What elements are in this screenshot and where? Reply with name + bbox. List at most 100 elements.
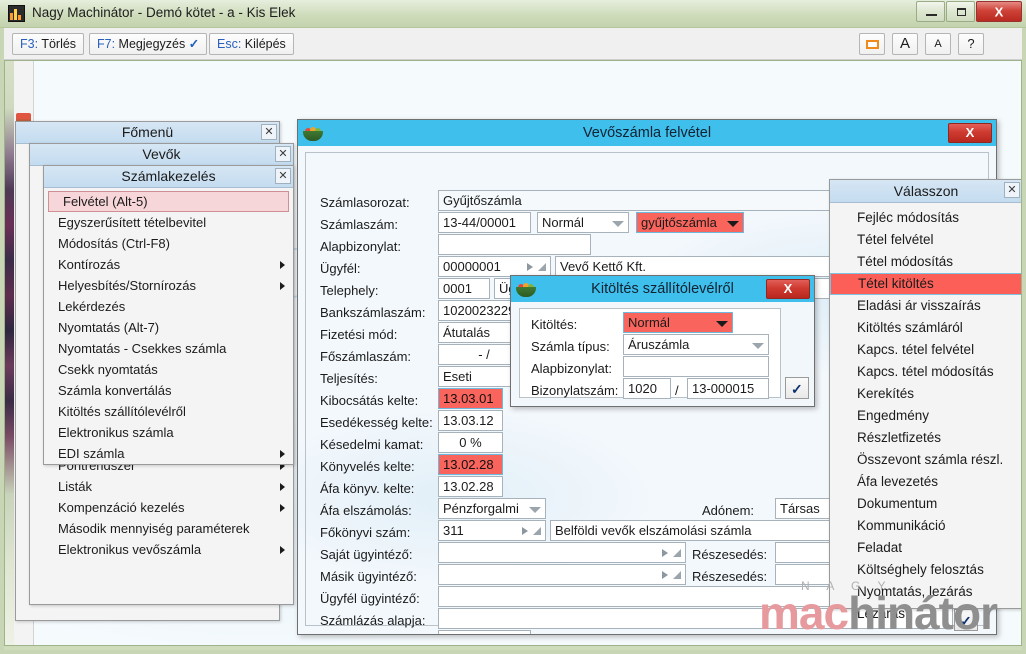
combo-value: Átutalás xyxy=(443,325,490,340)
minimize-button[interactable] xyxy=(916,1,945,22)
valasszon-item-feladat[interactable]: Feladat xyxy=(830,537,1021,559)
combo-kitoltes[interactable]: Normál xyxy=(623,312,733,333)
combo-value: gyűjtőszámla xyxy=(641,215,717,230)
menu-item-kontirozas[interactable]: Kontírozás xyxy=(44,254,293,275)
menu-item-egyszerusitett-tetelbevitel[interactable]: Egyszerűsített tételbevitel xyxy=(44,212,293,233)
field-afa-konyv-kelte[interactable]: 13.02.28 xyxy=(438,476,503,497)
dialog-ok-button[interactable]: ✓ xyxy=(785,377,809,399)
valasszon-item-dokumentum[interactable]: Dokumentum xyxy=(830,493,1021,515)
toolbar-button-torles[interactable]: F3: Törlés xyxy=(12,33,85,55)
menu-item-kompenzacio-kezeles[interactable]: Kompenzáció kezelés xyxy=(30,497,293,518)
menu-item-label: Elektronikus vevőszámla xyxy=(58,542,202,557)
menu-item-label: Számla konvertálás xyxy=(58,383,172,398)
valasszon-item-engedmeny[interactable]: Engedmény xyxy=(830,405,1021,427)
window-layout-button[interactable] xyxy=(859,33,885,55)
field-ugyfel-kod[interactable]: 00000001 xyxy=(438,256,551,277)
menu-item-nyomtatas[interactable]: Nyomtatás (Alt-7) xyxy=(44,317,293,338)
menu-item-label: Nyomtatás - Csekkes számla xyxy=(58,341,227,356)
toolbar-button-megjegyzes[interactable]: F7: Megjegyzés ✓ xyxy=(89,33,208,55)
menu-szamlakezeles-caption: Számlakezelés ✕ xyxy=(44,166,293,188)
dialog-close-button[interactable]: X xyxy=(766,279,810,299)
valasszon-item-tetel-felvetel[interactable]: Tétel felvétel xyxy=(830,229,1021,251)
menu-item-szamla-konvertalas[interactable]: Számla konvertálás xyxy=(44,380,293,401)
valasszon-item-osszevont-szamla-reszl[interactable]: Összevont számla részl. xyxy=(830,449,1021,471)
menu-item-nyomtatas-csekkes-szamla[interactable]: Nyomtatás - Csekkes számla xyxy=(44,338,293,359)
item-label: Engedmény xyxy=(857,408,930,423)
close-icon[interactable]: ✕ xyxy=(261,124,277,140)
dialog-kitoltes-szallitolevelrol: Kitöltés szállítólevélről X Kitöltés: No… xyxy=(510,275,815,407)
combo-afa-elszamolas[interactable]: Pénzforgalmi xyxy=(438,498,546,519)
menu-item-label: Kitöltés szállítólevélről xyxy=(58,404,186,419)
app-toolbar: F3: Törlés F7: Megjegyzés ✓ Esc: Kilépés… xyxy=(4,28,1022,60)
field-alapbizonylat[interactable] xyxy=(438,234,591,255)
valasszon-item-kommunikacio[interactable]: Kommunikáció xyxy=(830,515,1021,537)
valasszon-item-reszletfizetes[interactable]: Részletfizetés xyxy=(830,427,1021,449)
menu-item-elektronikus-szamla[interactable]: Elektronikus számla xyxy=(44,422,293,443)
field-fokonyvi-szam[interactable]: 311 xyxy=(438,520,546,541)
combo-value: Normál xyxy=(628,315,670,330)
question-mark-icon: ? xyxy=(967,36,975,51)
field-sajat-ugyintezo[interactable] xyxy=(438,542,686,563)
menu-item-csekk-nyomtatas[interactable]: Csekk nyomtatás xyxy=(44,359,293,380)
form-close-button[interactable]: X xyxy=(948,123,992,143)
menu-item-label: Helyesbítés/Stornírozás xyxy=(58,278,197,293)
combo-szamla-tipus[interactable]: Áruszámla xyxy=(623,334,769,355)
item-label: Kommunikáció xyxy=(857,518,946,533)
menu-item-helyesbites-stornirozas[interactable]: Helyesbítés/Stornírozás xyxy=(44,275,293,296)
label-szamlasorozat: Számlasorozat: xyxy=(320,195,410,210)
label-szamla-tipus: Számla típus: xyxy=(531,339,610,354)
check-icon: ✓ xyxy=(188,37,200,51)
font-small-button[interactable]: A xyxy=(925,33,951,55)
field-szamlaszam[interactable]: 13-44/00001 xyxy=(438,212,531,233)
field-kibocsatas-kelte[interactable]: 13.03.01 xyxy=(438,388,503,409)
menu-szamlakezeles-list: Felvétel (Alt-5) Egyszerűsített tételbev… xyxy=(44,188,293,467)
field-esedekesseg-kelte[interactable]: 13.03.12 xyxy=(438,410,503,431)
valasszon-item-tetel-modositas[interactable]: Tétel módosítás xyxy=(830,251,1021,273)
menu-item-masodik-mennyiseg-parameterek[interactable]: Második mennyiség paraméterek xyxy=(30,518,293,539)
menu-item-modositas[interactable]: Módosítás (Ctrl-F8) xyxy=(44,233,293,254)
valasszon-item-afa-levezetes[interactable]: Áfa levezetés xyxy=(830,471,1021,493)
valasszon-item-kerekites[interactable]: Kerekítés xyxy=(830,383,1021,405)
menu-item-felvetel[interactable]: Felvétel (Alt-5) xyxy=(48,191,289,212)
field-bizonylatszam-prefix[interactable]: 1020 xyxy=(623,378,671,399)
menu-item-lekerdezes[interactable]: Lekérdezés xyxy=(44,296,293,317)
combo-value: Normál xyxy=(542,215,584,230)
field-telephely-kod[interactable]: 0001 xyxy=(438,278,490,299)
menu-item-kitoltes-szallitolevelrol[interactable]: Kitöltés szállítólevélről xyxy=(44,401,293,422)
chevron-down-icon xyxy=(752,343,764,349)
os-titlebar: Nagy Machinátor - Demó kötet - a - Kis E… xyxy=(0,0,1026,28)
help-button[interactable]: ? xyxy=(958,33,984,55)
menu-item-listak[interactable]: Listák xyxy=(30,476,293,497)
close-button[interactable]: X xyxy=(976,1,1022,22)
chevron-down-icon xyxy=(612,221,624,227)
valasszon-item-eladasi-ar-visszairas[interactable]: Eladási ár visszaírás xyxy=(830,295,1021,317)
field-konyveles-kelte[interactable]: 13.02.28 xyxy=(438,454,503,475)
close-icon[interactable]: ✕ xyxy=(275,168,291,184)
field-masik-ugyintezo[interactable] xyxy=(438,564,686,585)
label-szamlaszam: Számlaszám: xyxy=(320,217,399,232)
close-icon[interactable]: ✕ xyxy=(1004,182,1020,198)
valasszon-item-kitoltes-szamlarol[interactable]: Kitöltés számláról xyxy=(830,317,1021,339)
item-label: Kapcs. tétel felvétel xyxy=(857,342,975,357)
close-icon[interactable]: ✕ xyxy=(275,146,291,162)
field-dialog-alapbizonylat[interactable] xyxy=(623,356,769,377)
field-szerzodesszam[interactable]: - / xyxy=(438,630,531,634)
corner-picker-icon xyxy=(673,571,681,579)
valasszon-item-koltseghely-felosztas[interactable]: Költséghely felosztás xyxy=(830,559,1021,581)
panel-valasszon: Válasszon ✕ Fejléc módosítás Tétel felvé… xyxy=(829,179,1021,621)
maximize-button[interactable] xyxy=(946,1,975,22)
item-label: Feladat xyxy=(857,540,903,555)
item-label: Eladási ár visszaírás xyxy=(857,298,981,313)
valasszon-item-kapcs-tetel-modositas[interactable]: Kapcs. tétel módosítás xyxy=(830,361,1021,383)
font-large-button[interactable]: A xyxy=(892,33,918,55)
field-bizonylatszam-suffix[interactable]: 13-000015 xyxy=(687,378,769,399)
menu-item-edi-szamla[interactable]: EDI számla xyxy=(44,443,293,464)
menu-item-elektronikus-vevoszamla[interactable]: Elektronikus vevőszámla xyxy=(30,539,293,560)
field-kesedelmi-kamat[interactable]: 0 % xyxy=(438,432,503,453)
valasszon-item-kapcs-tetel-felvetel[interactable]: Kapcs. tétel felvétel xyxy=(830,339,1021,361)
combo-szamla-tipus-normal[interactable]: Normál xyxy=(537,212,629,233)
valasszon-item-fejlec-modositas[interactable]: Fejléc módosítás xyxy=(830,207,1021,229)
valasszon-item-tetel-kitoltes[interactable]: Tétel kitöltés xyxy=(830,273,1021,295)
toolbar-button-kilepes[interactable]: Esc: Kilépés xyxy=(209,33,294,55)
combo-gyujtoszamla[interactable]: gyűjtőszámla xyxy=(636,212,744,233)
